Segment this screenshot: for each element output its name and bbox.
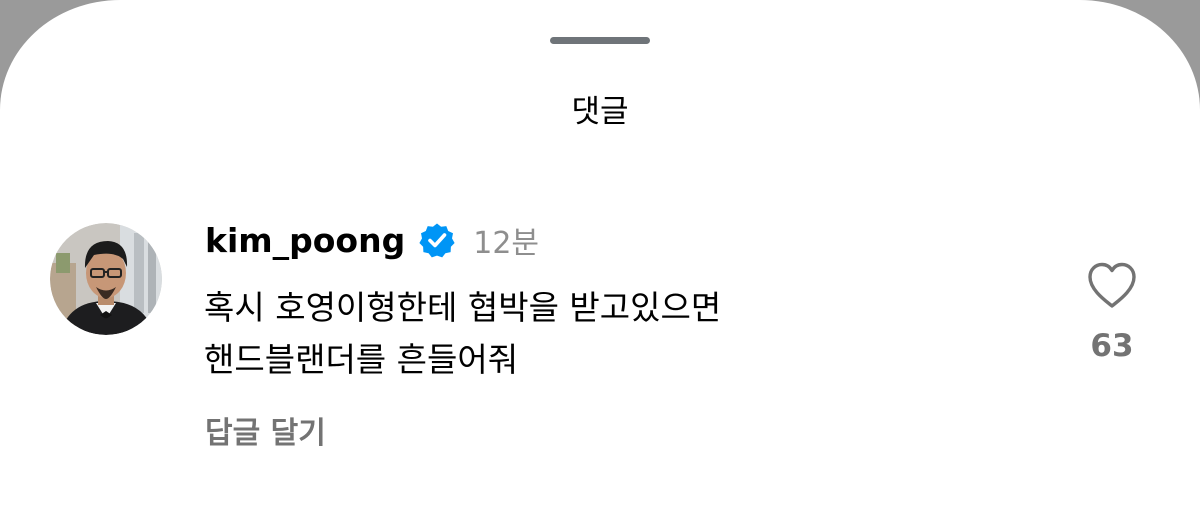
avatar-photo [50,223,162,335]
comment-text: 혹시 호영이형한테 협박을 받고있으면 핸드블랜더를 흔들어줘 [204,288,722,379]
username[interactable]: kim_poong [205,221,405,260]
comment-timestamp: 12분 [473,226,540,261]
reply-button[interactable]: 답글 달기 [205,408,326,452]
heart-outline-icon [1088,262,1136,308]
avatar[interactable] [50,223,162,335]
like-button[interactable] [1086,261,1138,311]
drag-handle[interactable] [550,37,650,44]
comments-sheet: 댓글 kim_poong 12분 혹시 호영이형한테 협박을 받고있으면 핸드블… [0,0,1200,527]
like-count: 63 [1090,328,1134,364]
comment-header: kim_poong 12분 [205,215,539,265]
verified-badge-icon [419,222,455,258]
sheet-title: 댓글 [571,94,629,130]
